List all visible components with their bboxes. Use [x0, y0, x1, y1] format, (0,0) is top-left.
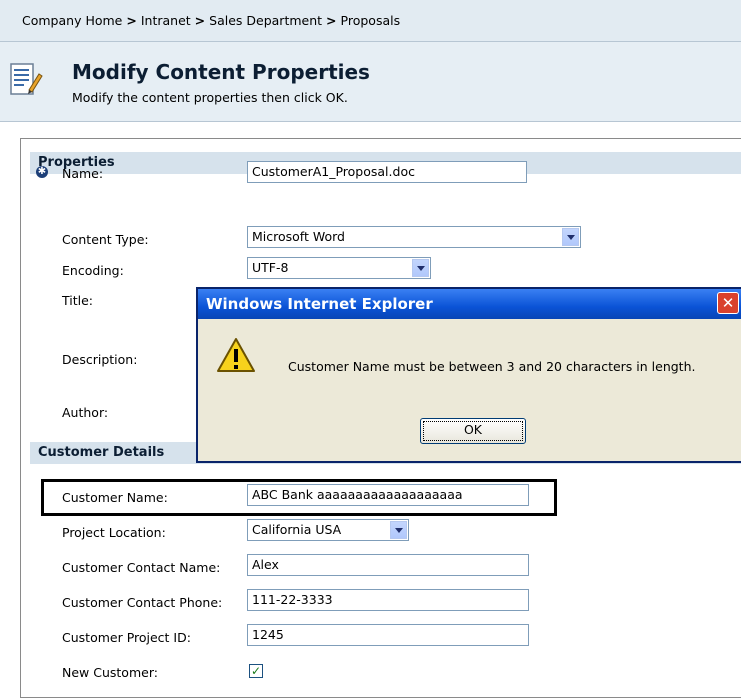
project-location-value: California USA	[252, 522, 342, 537]
customer-name-label: Customer Name:	[62, 490, 168, 505]
dialog-title: Windows Internet Explorer	[206, 295, 433, 313]
required-icon: ✱	[36, 166, 48, 178]
encoding-label: Encoding:	[62, 263, 124, 278]
breadcrumb-item-proposals[interactable]: Proposals	[341, 13, 401, 28]
ok-button[interactable]: OK	[420, 418, 526, 444]
breadcrumb: Company Home > Intranet > Sales Department > P…	[0, 0, 741, 42]
new-customer-checkbox[interactable]: ✓	[249, 664, 263, 678]
breadcrumb-item-intranet[interactable]: Intranet	[141, 13, 191, 28]
content-type-value: Microsoft Word	[252, 229, 345, 244]
contact-phone-field[interactable]: 111-22-3333	[247, 589, 529, 611]
breadcrumb-separator: >	[194, 13, 206, 28]
dialog-message: Customer Name must be between 3 and 20 c…	[288, 359, 696, 374]
page-subtitle: Modify the content properties then click…	[72, 90, 348, 105]
warning-icon	[217, 338, 255, 372]
chevron-down-icon[interactable]	[562, 228, 579, 246]
document-edit-icon	[10, 63, 43, 95]
description-label: Description:	[62, 352, 138, 367]
project-location-label: Project Location:	[62, 525, 166, 540]
alert-dialog: Windows Internet Explorer ✕ Customer Nam…	[196, 287, 741, 463]
project-id-field[interactable]: 1245	[247, 624, 529, 646]
content-type-label: Content Type:	[62, 232, 149, 247]
project-id-label: Customer Project ID:	[62, 630, 191, 645]
customer-name-field[interactable]: ABC Bank aaaaaaaaaaaaaaaaaaa	[247, 484, 529, 506]
chevron-down-icon[interactable]	[390, 521, 407, 539]
breadcrumb-item-sales-department[interactable]: Sales Department	[209, 13, 322, 28]
contact-name-field[interactable]: Alex	[247, 554, 529, 576]
close-icon[interactable]: ✕	[717, 292, 739, 314]
encoding-value: UTF-8	[252, 260, 289, 275]
new-customer-label: New Customer:	[62, 665, 158, 680]
title-label: Title:	[62, 293, 93, 308]
project-location-select[interactable]: California USA	[247, 519, 409, 541]
content-type-select[interactable]: Microsoft Word	[247, 226, 581, 248]
chevron-down-icon[interactable]	[412, 259, 429, 277]
contact-phone-label: Customer Contact Phone:	[62, 595, 223, 610]
name-field[interactable]: CustomerA1_Proposal.doc	[247, 161, 527, 183]
breadcrumb-item-company-home[interactable]: Company Home	[22, 13, 122, 28]
author-label: Author:	[62, 405, 109, 420]
contact-name-label: Customer Contact Name:	[62, 560, 221, 575]
encoding-select[interactable]: UTF-8	[247, 257, 431, 279]
name-label: Name:	[62, 166, 104, 181]
page-title: Modify Content Properties	[72, 60, 370, 84]
dialog-titlebar[interactable]: Windows Internet Explorer ✕	[198, 289, 741, 319]
breadcrumb-separator: >	[126, 13, 137, 28]
breadcrumb-separator: >	[326, 13, 337, 28]
